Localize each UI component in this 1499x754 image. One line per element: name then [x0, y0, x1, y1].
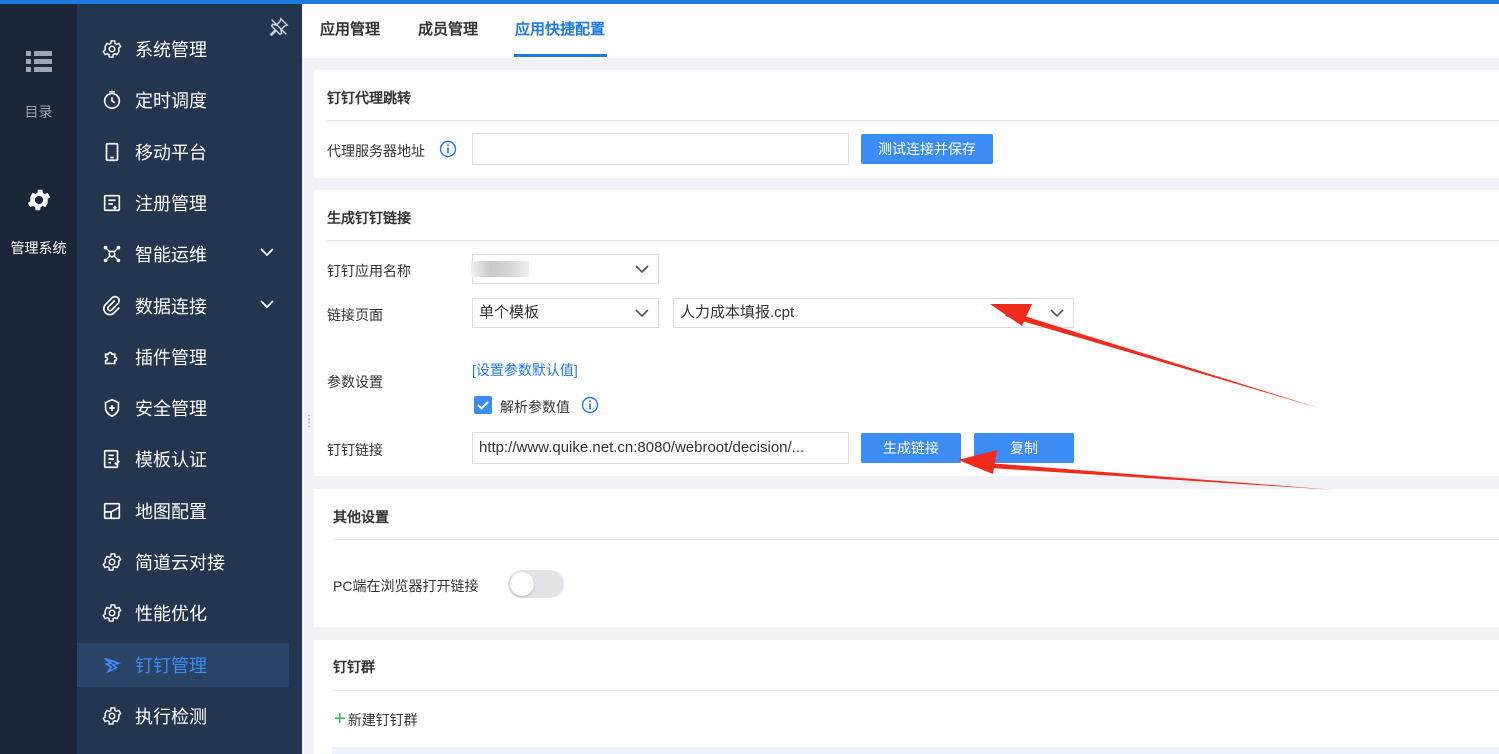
resize-handle[interactable]: ⋮ ⋮ — [304, 415, 314, 429]
map-icon — [101, 500, 123, 522]
sidebar-item[interactable]: 定时调度 — [77, 78, 289, 122]
shield-icon — [101, 397, 123, 419]
app-name-select[interactable] — [471, 254, 659, 284]
chevron-down-icon — [635, 309, 649, 318]
parse-param-label: 解析参数值 — [500, 399, 570, 415]
list-icon — [25, 51, 52, 72]
divider — [327, 240, 1499, 241]
proxy-title: 钉钉代理跳转 — [327, 90, 411, 106]
other-settings-title: 其他设置 — [333, 509, 389, 525]
divider — [333, 690, 1499, 691]
sidebar-item-label: 安全管理 — [135, 399, 207, 419]
link-page-label: 链接页面 — [327, 307, 383, 323]
dingtalk-icon — [101, 654, 123, 676]
sidebar-item[interactable]: 安全管理 — [77, 386, 289, 430]
dingtalk-link-label: 钉钉链接 — [327, 442, 383, 458]
template-icon — [101, 448, 123, 470]
sidebar-item-label: 智能运维 — [135, 245, 207, 265]
test-connection-save-button[interactable]: 测试连接并保存 — [861, 134, 993, 164]
tab-app-management[interactable]: 应用管理 — [320, 18, 380, 39]
chevron-down-icon — [635, 265, 649, 274]
sidebar-item[interactable]: 智能运维 — [77, 232, 289, 276]
rail-system-label: 管理系统 — [10, 240, 67, 256]
sidebar-item-label: 定时调度 — [135, 91, 207, 111]
app-name-label: 钉钉应用名称 — [327, 263, 411, 279]
sidebar-item[interactable]: 执行检测 — [77, 694, 289, 738]
ops-icon — [101, 243, 123, 265]
generate-title: 生成钉钉链接 — [327, 210, 411, 226]
new-group-label: 新建钉钉群 — [347, 711, 418, 728]
rail-system[interactable]: 管理系统 — [0, 186, 77, 258]
info-icon[interactable] — [439, 140, 457, 158]
rail-catalog[interactable]: 目录 — [0, 50, 77, 122]
sidebar-item-label: 钉钉管理 — [135, 656, 207, 676]
sidebar-item-label: 系统管理 — [135, 40, 207, 60]
divider — [333, 539, 1499, 540]
active-tab-indicator — [514, 54, 607, 57]
gear-icon — [27, 189, 50, 211]
sidebar-item-label: 执行检测 — [135, 707, 207, 727]
sidebar-item[interactable]: 移动平台 — [77, 130, 289, 174]
link-page-mode-select[interactable]: 单个模板 — [472, 298, 659, 328]
sidebar-item-label: 注册管理 — [135, 194, 207, 214]
chevron-down-icon[interactable] — [259, 298, 275, 310]
sidebar-item-label: 插件管理 — [135, 348, 207, 368]
dingtalk-link-input[interactable]: http://www.quike.net.cn:8080/webroot/dec… — [472, 432, 849, 464]
sidebar-item-label: 模板认证 — [135, 450, 207, 470]
template-select[interactable]: 人力成本填报.cpt — [673, 298, 1074, 328]
sidebar-item-label: 地图配置 — [135, 502, 207, 522]
sidebar-item[interactable]: 模板认证 — [77, 437, 289, 481]
redacted-app-name — [471, 261, 529, 277]
sidebar-item[interactable]: 地图配置 — [77, 489, 289, 533]
template-value: 人力成本填报.cpt — [680, 304, 795, 321]
sidebar-item[interactable]: 系统管理 — [77, 27, 289, 71]
pc-browser-toggle[interactable] — [508, 570, 564, 598]
sidebar-item-label: 性能优化 — [135, 604, 207, 624]
param-settings-label: 参数设置 — [327, 374, 383, 390]
tab-app-quick-config[interactable]: 应用快捷配置 — [515, 18, 605, 39]
proxy-server-label: 代理服务器地址 — [327, 143, 425, 159]
new-group-button[interactable]: + 新建钉钉群 — [334, 708, 418, 731]
sidebar-item[interactable]: 插件管理 — [77, 335, 289, 379]
chevron-down-icon — [1050, 309, 1064, 318]
timer-icon — [101, 89, 123, 111]
link-page-mode-value: 单个模板 — [479, 304, 540, 321]
check-icon — [477, 401, 489, 410]
toggle-knob — [510, 572, 534, 596]
sidebar-item[interactable]: 注册管理 — [77, 181, 289, 225]
chevron-down-icon[interactable] — [259, 246, 275, 258]
sidebar-item-label: 数据连接 — [135, 297, 207, 317]
plus-icon: + — [334, 708, 346, 730]
table-header-strip — [332, 747, 1499, 754]
tab-member-management[interactable]: 成员管理 — [418, 18, 478, 39]
generate-link-button[interactable]: 生成链接 — [861, 433, 961, 463]
sidebar-item[interactable]: 简道云对接 — [77, 540, 289, 584]
sidebar-item-label: 简道云对接 — [135, 553, 225, 573]
sidebar-item-label: 移动平台 — [135, 143, 207, 163]
rail-catalog-label: 目录 — [24, 104, 53, 120]
mobile-icon — [101, 141, 123, 163]
register-icon — [101, 192, 123, 214]
parse-param-checkbox[interactable] — [474, 396, 492, 414]
divider — [327, 120, 1499, 121]
copy-button[interactable]: 复制 — [974, 433, 1074, 463]
gear-icon — [101, 551, 123, 573]
sidebar-item[interactable]: 性能优化 — [77, 591, 289, 635]
info-icon[interactable] — [581, 396, 599, 414]
set-param-default-link[interactable]: [设置参数默认值] — [472, 360, 578, 380]
puzzle-icon — [101, 346, 123, 368]
sidebar-item[interactable]: 数据连接 — [77, 284, 289, 328]
gear-icon — [101, 38, 123, 60]
link-icon — [101, 295, 123, 317]
gear-icon — [101, 602, 123, 624]
proxy-server-input[interactable] — [472, 133, 849, 165]
gear-icon — [101, 705, 123, 727]
dingtalk-group-panel — [314, 640, 1499, 754]
sidebar-item[interactable]: 钉钉管理 — [77, 643, 289, 687]
app-rail: 目录 管理系统 — [0, 4, 77, 754]
other-settings-panel — [314, 489, 1499, 627]
tab-bar — [302, 4, 1499, 58]
pc-browser-label: PC端在浏览器打开链接 — [333, 578, 479, 594]
dingtalk-group-title: 钉钉群 — [333, 659, 375, 675]
